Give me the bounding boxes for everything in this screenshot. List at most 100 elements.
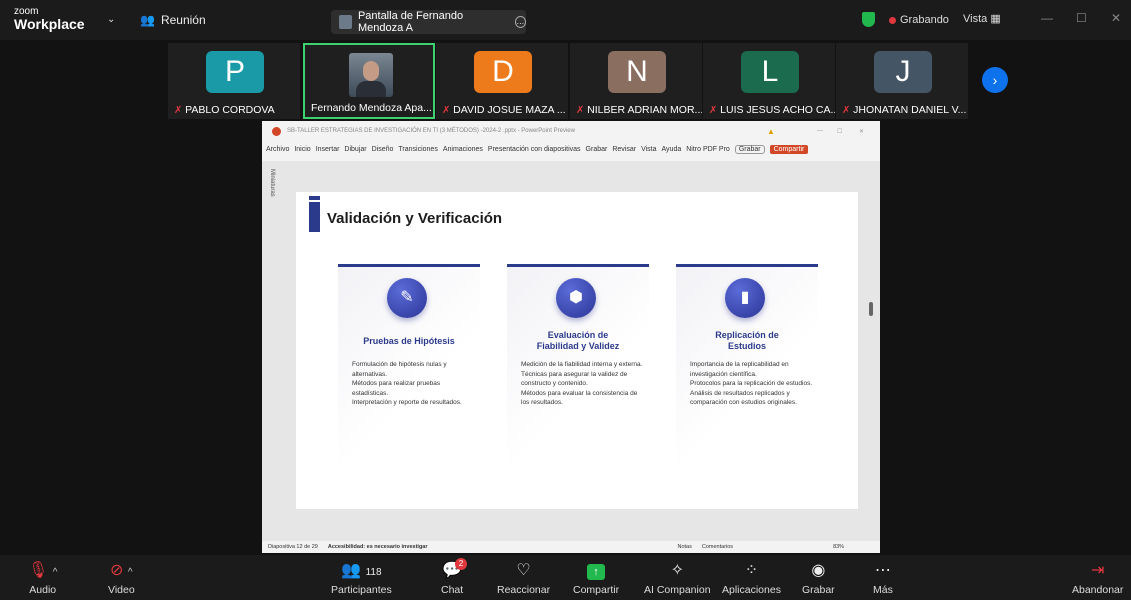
close-icon[interactable]: ✕	[1111, 11, 1121, 25]
mic-muted-icon: ✗	[442, 105, 454, 116]
menu-nitro[interactable]: Nitro PDF Pro	[686, 146, 730, 153]
ppt-close-icon[interactable]: ✕	[859, 128, 864, 135]
participant-tile[interactable]: J ✗ JHONATAN DANIEL V...	[836, 43, 968, 119]
more-button[interactable]: ⋯ Más	[873, 560, 893, 596]
ai-companion-button[interactable]: ✧ AI Companion	[644, 560, 711, 596]
apps-button[interactable]: ⁘ Aplicaciones	[722, 560, 781, 596]
avatar: D	[474, 51, 532, 93]
card-title: Evaluación de Fiabilidad y Validez	[536, 330, 620, 351]
participants-button[interactable]: 👥 118 Participantes	[331, 560, 392, 596]
menu-ayuda[interactable]: Ayuda	[662, 146, 682, 153]
menu-grabar[interactable]: Grabar	[586, 146, 608, 153]
audio-label: Audio	[29, 584, 57, 596]
participant-tile[interactable]: L ✗ LUIS JESUS ACHO CA...	[703, 43, 835, 119]
slide-canvas: Validación y Verificación ✎ Pruebas de H…	[296, 192, 858, 509]
avatar: J	[874, 51, 932, 93]
view-label: Vista	[963, 13, 988, 25]
apps-icon: ⁘	[744, 562, 759, 579]
card-title: Replicación de Estudios	[715, 330, 779, 351]
ppt-record-button[interactable]: Grabar	[734, 144, 765, 154]
card-title: Pruebas de Hipótesis	[363, 336, 455, 346]
participant-name: Fernando Mendoza Apa...	[311, 102, 432, 114]
video-off-icon: ⊘ ^	[110, 562, 133, 579]
next-page-button[interactable]: ›	[982, 67, 1008, 93]
menu-revisar[interactable]: Revisar	[612, 146, 636, 153]
mic-muted-icon: ✗	[174, 105, 186, 116]
recording-label: Grabando	[900, 14, 949, 26]
participant-tile-active-speaker[interactable]: Fernando Mendoza Apa...	[303, 43, 435, 119]
avatar: P	[206, 51, 264, 93]
zoom-level[interactable]: 83%	[833, 544, 844, 550]
thumbnails-pane-label[interactable]: Miniaturas	[265, 169, 275, 197]
record-button[interactable]: ◉ Grabar	[802, 560, 835, 596]
more-label: Más	[873, 584, 893, 596]
card-body: Medición de la fiabilidad interna y exte…	[521, 361, 643, 406]
more-options-icon[interactable]: …	[514, 16, 526, 28]
menu-diseno[interactable]: Diseño	[372, 146, 394, 153]
mic-muted-icon: ✗	[842, 105, 854, 116]
card-body: Importancia de la replicabilidad en inve…	[690, 361, 813, 406]
participant-name: ✗ LUIS JESUS ACHO CA...	[709, 104, 835, 116]
view-button[interactable]: Vista ▦	[963, 12, 1001, 25]
record-label: Grabar	[802, 584, 835, 596]
card-body: Formulación de hipótesis nulas y alterna…	[352, 361, 462, 406]
react-label: Reaccionar	[497, 584, 551, 596]
chat-button[interactable]: 💬 2 Chat	[441, 558, 467, 596]
vertical-scrollbar[interactable]	[869, 302, 873, 316]
mic-muted-icon: ✗	[709, 105, 721, 116]
share-button[interactable]: ↑ Compartir	[573, 560, 619, 596]
participant-name: ✗ PABLO CORDOVA	[174, 104, 300, 116]
mic-muted-icon: 🎙 ^	[28, 562, 58, 579]
sparkle-icon: ✧	[670, 562, 684, 579]
maximize-icon[interactable]: ☐	[1076, 11, 1087, 25]
leave-button[interactable]: ⇥ Abandonar	[1072, 560, 1123, 596]
title-accent-bar	[309, 196, 320, 200]
zoom-logo: zoom Workplace	[14, 6, 85, 32]
comments-button[interactable]: Comentarios	[702, 544, 733, 550]
menu-animaciones[interactable]: Animaciones	[443, 146, 483, 153]
meeting-info-button[interactable]: 👥 Reunión	[140, 13, 206, 27]
recording-dot-icon	[889, 16, 896, 24]
chat-label: Chat	[441, 584, 464, 596]
bottom-toolbar: 🎙 ^ Audio ⊘ ^ Video 👥 118 Participantes …	[0, 555, 1131, 600]
security-shield-icon[interactable]	[862, 12, 875, 27]
audio-button[interactable]: 🎙 ^ Audio	[28, 560, 57, 596]
menu-presentacion[interactable]: Presentación con diapositivas	[488, 146, 581, 153]
menu-archivo[interactable]: Archivo	[266, 146, 289, 153]
share-label: Pantalla de Fernando Mendoza A	[357, 10, 464, 34]
grid-icon: ▦	[990, 13, 1001, 25]
document-icon: ▮	[725, 278, 765, 318]
participant-tile[interactable]: N ✗ NILBER ADRIAN MOR...	[570, 43, 702, 119]
mic-muted-icon: ✗	[576, 105, 588, 116]
meeting-label: Reunión	[160, 13, 206, 27]
leave-icon: ⇥	[1090, 562, 1105, 579]
participant-tile[interactable]: D ✗ DAVID JOSUE MAZA ...	[436, 43, 568, 119]
chevron-down-icon[interactable]: ⌄	[107, 14, 115, 25]
video-button[interactable]: ⊘ ^ Video	[108, 560, 135, 596]
ppt-menu-bar: Archivo Inicio Insertar Dibujar Diseño T…	[262, 141, 880, 157]
accessibility-status[interactable]: Accesibilidad: es necesario investigar	[328, 544, 428, 550]
notes-button[interactable]: Notas	[678, 544, 692, 550]
logo-line2: Workplace	[14, 16, 85, 32]
react-button[interactable]: ♡ Reaccionar	[497, 560, 550, 596]
participant-tile[interactable]: P ✗ PABLO CORDOVA	[168, 43, 300, 119]
screen-share-indicator[interactable]: Pantalla de Fernando Mendoza A …	[331, 10, 526, 34]
menu-transiciones[interactable]: Transiciones	[398, 146, 437, 153]
hexagon-icon: ⬢	[556, 278, 596, 318]
slide-counter: Diapositiva 12 de 29	[268, 544, 318, 550]
recording-indicator[interactable]: Grabando	[889, 14, 949, 26]
slide-title: Validación y Verificación	[327, 210, 503, 227]
participant-name: ✗ JHONATAN DANIEL V...	[842, 104, 968, 116]
ppt-minimize-icon[interactable]: —	[817, 128, 823, 134]
ppt-window-title: SB-TALLER ESTRATEGIAS DE INVESTIGACIÓN E…	[287, 128, 575, 134]
ppt-share-button[interactable]: Compartir	[769, 144, 809, 154]
ppt-maximize-icon[interactable]: ☐	[837, 128, 842, 135]
menu-dibujar[interactable]: Dibujar	[344, 146, 366, 153]
participant-name-text: DAVID JOSUE MAZA ...	[453, 104, 566, 116]
menu-vista[interactable]: Vista	[641, 146, 656, 153]
participant-name: ✗ NILBER ADRIAN MOR...	[576, 104, 702, 116]
participant-name-text: LUIS JESUS ACHO CA...	[720, 104, 835, 116]
menu-inicio[interactable]: Inicio	[294, 146, 310, 153]
minimize-icon[interactable]: —	[1041, 11, 1053, 25]
menu-insertar[interactable]: Insertar	[316, 146, 340, 153]
